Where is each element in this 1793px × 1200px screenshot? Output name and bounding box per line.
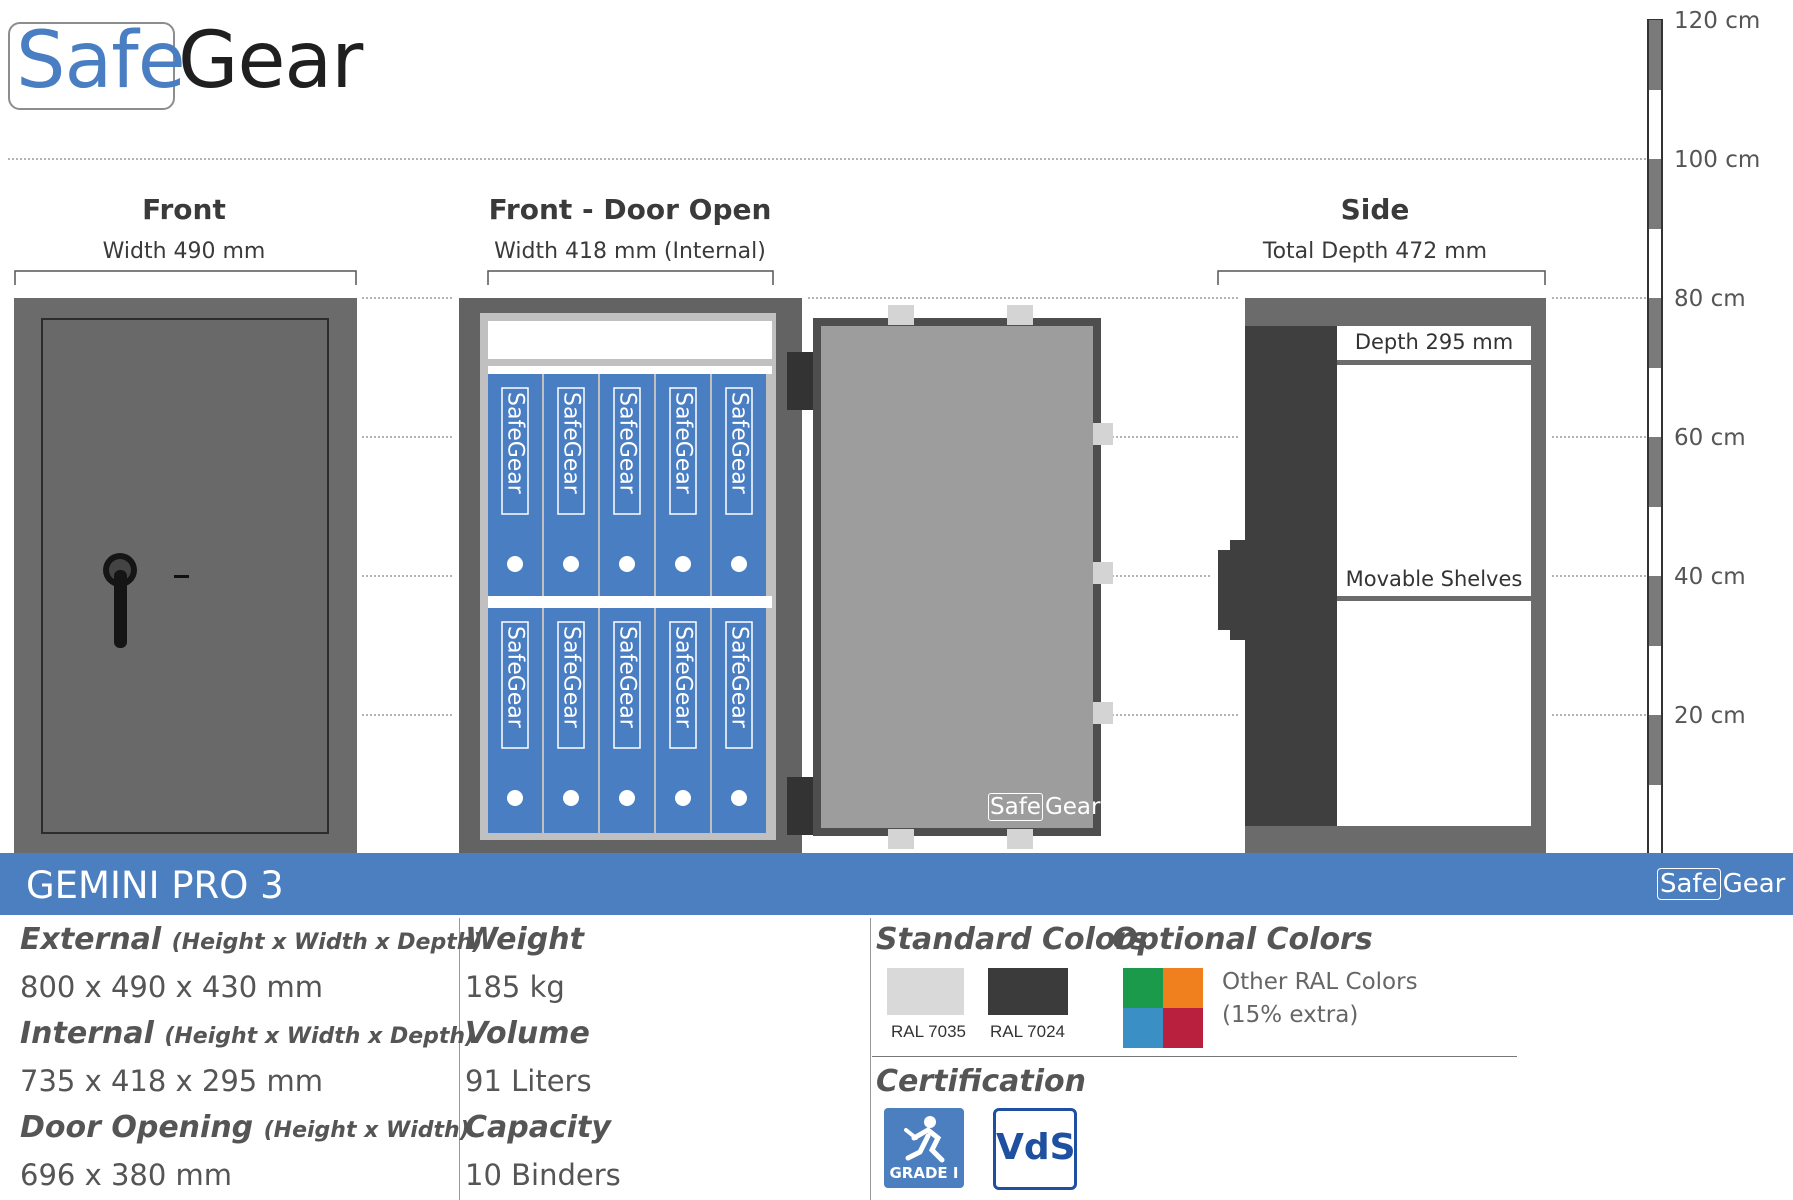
volume-label: Volume	[465, 1016, 590, 1051]
binder-ring-hole	[507, 790, 523, 806]
binder-ring-hole	[619, 790, 635, 806]
binder-ring-hole	[675, 790, 691, 806]
grade-badge: GRADE I	[884, 1108, 964, 1188]
weight-label: Weight	[465, 922, 584, 957]
height-scale-ruler	[1647, 19, 1663, 855]
binder-label: SafeGear	[727, 392, 752, 495]
door-logo-safe: Safe	[988, 793, 1043, 821]
door-logo: Safe Gear	[988, 793, 1101, 821]
door-opening-label: Door Opening	[20, 1110, 254, 1145]
weight-value: 185 kg	[465, 970, 565, 1004]
diagram-canvas: SafeGear SafeGear SafeGear SafeGear SafeGear…	[8, 19, 1663, 855]
certification-title: Certification	[876, 1064, 1087, 1099]
binder-ring-hole	[563, 790, 579, 806]
binder-label: SafeGear	[671, 626, 696, 729]
external-heading: External (Height x Width x Depth)	[20, 922, 482, 957]
internal-value: 735 x 418 x 295 mm	[20, 1064, 323, 1098]
binder-label: SafeGear	[727, 626, 752, 729]
colors-divider	[872, 1056, 1517, 1057]
door-opening-heading: Door Opening (Height x Width)	[20, 1110, 470, 1145]
door-logo-gear: Gear	[1044, 794, 1101, 820]
binder-label: SafeGear	[503, 392, 528, 495]
binder-label: SafeGear	[671, 392, 696, 495]
spec-divider-1	[459, 918, 460, 1200]
side-shelves-label: Movable Shelves	[1345, 567, 1523, 591]
palette-blue	[1123, 1008, 1163, 1048]
binder-ring-hole	[563, 556, 579, 572]
burglar-icon	[904, 1116, 945, 1163]
internal-heading: Internal (Height x Width x Depth)	[20, 1016, 475, 1051]
binder-ring-hole	[619, 556, 635, 572]
open-door-drawing	[813, 305, 1113, 849]
palette-green	[1123, 968, 1163, 1008]
volume-value: 91 Liters	[465, 1064, 592, 1098]
other-ral-colors-line2: (15% extra)	[1222, 1002, 1359, 1028]
dimension-bracket-door	[487, 270, 774, 285]
binder-label: SafeGear	[615, 392, 640, 495]
ral-7024-label: RAL 7024	[990, 1022, 1065, 1041]
scale-label-120: 120 cm	[1674, 8, 1761, 34]
external-note: (Height x Width x Depth)	[171, 930, 483, 955]
binder-label: SafeGear	[503, 626, 528, 729]
other-ral-colors-line1: Other RAL Colors	[1222, 969, 1418, 995]
capacity-value: 10 Binders	[465, 1158, 621, 1192]
banner-logo: Safe Gear	[1657, 868, 1786, 900]
binder-label: SafeGear	[559, 392, 584, 495]
scale-label-60: 60 cm	[1674, 425, 1746, 451]
optional-colors-title: Optional Colors	[1112, 922, 1373, 957]
model-name: GEMINI PRO 3	[26, 864, 284, 907]
scale-label-80: 80 cm	[1674, 286, 1746, 312]
binder-label: SafeGear	[615, 626, 640, 729]
door-opening-note: (Height x Width)	[263, 1118, 470, 1143]
banner-logo-safe: Safe	[1657, 868, 1721, 900]
swatch-ral-7024	[988, 968, 1068, 1015]
internal-note: (Height x Width x Depth)	[164, 1024, 476, 1049]
binder-ring-hole	[675, 556, 691, 572]
binder-ring-hole	[731, 556, 747, 572]
external-label: External	[20, 922, 162, 957]
side-depth-label: Depth 295 mm	[1354, 330, 1514, 354]
palette-red	[1163, 1008, 1203, 1048]
door-open-safe-drawing: SafeGear SafeGear SafeGear SafeGear SafeGear…	[459, 298, 815, 854]
scale-label-40: 40 cm	[1674, 564, 1746, 590]
banner-logo-gear: Gear	[1722, 869, 1786, 899]
optional-color-palette	[1123, 968, 1203, 1048]
internal-label: Internal	[20, 1016, 154, 1051]
grade-label: GRADE I	[889, 1164, 959, 1182]
door-opening-value: 696 x 380 mm	[20, 1158, 233, 1192]
binder-ring-hole	[507, 556, 523, 572]
spec-divider-2	[870, 918, 871, 1200]
binder-ring-hole	[731, 790, 747, 806]
scale-label-100: 100 cm	[1674, 147, 1761, 173]
front-safe-drawing	[14, 298, 357, 854]
ral-7035-label: RAL 7035	[891, 1022, 966, 1041]
dimension-bracket-front	[14, 270, 357, 285]
vds-label: VdS	[996, 1127, 1076, 1168]
scale-label-20: 20 cm	[1674, 703, 1746, 729]
swatch-ral-7035	[887, 968, 964, 1015]
dimension-bracket-side	[1217, 270, 1546, 285]
capacity-label: Capacity	[465, 1110, 611, 1145]
binder-label: SafeGear	[559, 626, 584, 729]
standard-colors-title: Standard Colors	[876, 922, 1149, 957]
vds-badge: VdS	[993, 1108, 1077, 1190]
palette-orange	[1163, 968, 1203, 1008]
external-value: 800 x 490 x 430 mm	[20, 970, 323, 1004]
